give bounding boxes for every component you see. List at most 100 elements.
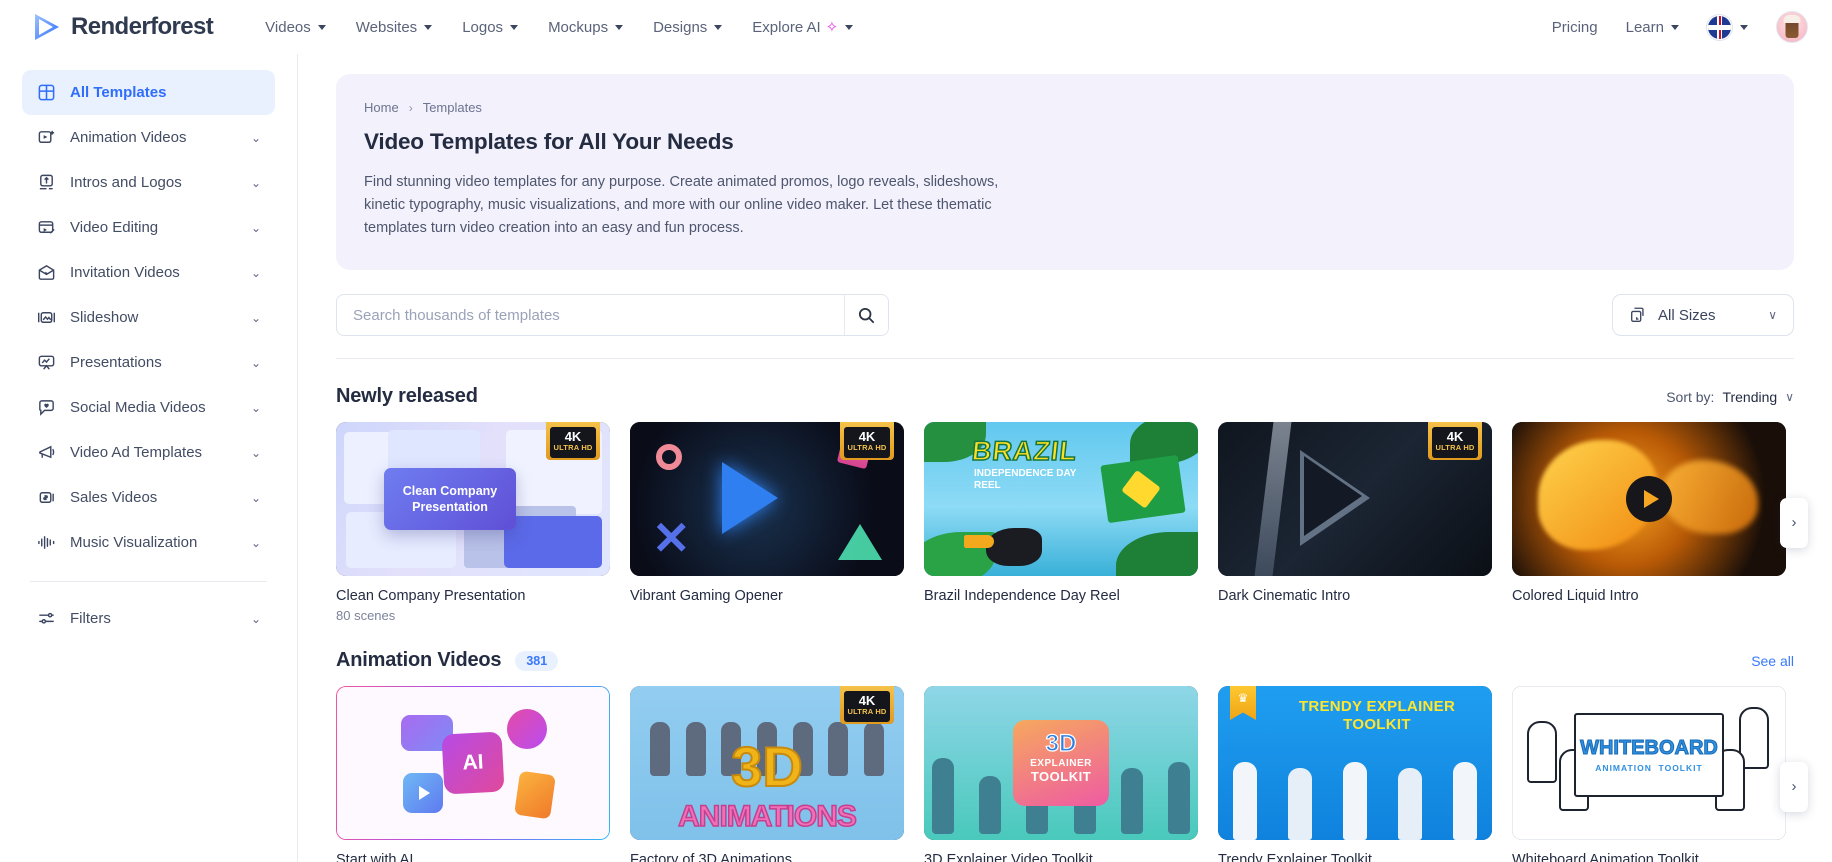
nav-label: Websites [355,18,418,36]
thumbnail-headline: WHITEBOARD ANIMATION TOOLKIT [1574,713,1724,797]
template-card[interactable]: ✕ 4K ULTRA HD Vibrant Gaming Opener [630,422,904,623]
avatar[interactable] [1776,11,1808,43]
badge-4k: 4K ULTRA HD [1428,422,1482,460]
nav-label: Designs [653,18,708,36]
template-thumbnail[interactable]: Clean Company Presentation 4K ULTRA HD [336,422,610,576]
sparkle-icon: ✧ [825,18,839,36]
sizes-dropdown[interactable]: All Sizes ∨ [1612,294,1794,336]
template-title: Dark Cinematic Intro [1218,588,1351,604]
nav-label: Logos [462,18,504,36]
sidebar-item-video-ad-templates[interactable]: Video Ad Templates ⌄ [22,430,275,475]
template-card[interactable]: 3D EXPLAINER TOOLKIT 3D Explainer Video To… [924,686,1198,862]
chevron-down-icon: ⌄ [250,490,261,505]
chevron-down-icon [615,24,624,30]
sidebar-item-label: Sales Videos [70,489,158,506]
template-title: Trendy Explainer Toolkit [1218,852,1372,862]
template-thumbnail[interactable]: WHITEBOARD ANIMATION TOOLKIT [1512,686,1786,840]
template-title: Start with AI [336,852,414,862]
template-card[interactable]: WHITEBOARD ANIMATION TOOLKIT Whiteboard … [1512,686,1786,862]
thumbnail-headline: ANIMATIONS [677,799,857,834]
template-title: Colored Liquid Intro [1512,588,1639,604]
thumbnail-artwork: BRAZIL INDEPENDENCE DAY REEL [924,422,1198,576]
template-card[interactable]: TRENDY EXPLAINER TOOLKIT ♛ Trendy Explain… [1218,686,1492,862]
carousel-next-button[interactable]: › [1780,497,1808,548]
section-title: Animation Videos [336,649,502,671]
chevron-down-icon [714,24,723,30]
nav-right-group: Pricing Learn [1552,11,1808,43]
template-title: Vibrant Gaming Opener [630,588,783,604]
thumbnail-artwork: 3D EXPLAINER TOOLKIT [924,686,1198,840]
sidebar-item-label: Invitation Videos [70,264,180,281]
sidebar-item-label: Slideshow [70,309,139,326]
sidebar-item-intros-and-logos[interactable]: Intros and Logos ⌄ [22,160,275,205]
sidebar-item-animation-videos[interactable]: Animation Videos ⌄ [22,115,275,160]
section-newly-released: Newly released Sort by: Trending ∨ Clean… [298,385,1832,623]
nav-item-mockups[interactable]: Mockups [548,19,624,36]
template-thumbnail[interactable]: ✕ 4K ULTRA HD [630,422,904,576]
main-menu: Videos Websites Logos Mockups Designs Ex… [265,18,854,36]
badge-ultrahd-label: ULTRA HD [553,443,593,452]
chevron-down-icon: ⌄ [250,611,261,626]
logo-reveal-icon [36,172,57,193]
sidebar-item-social-media-videos[interactable]: Social Media Videos ⌄ [22,385,275,430]
sidebar-item-label: Filters [70,610,111,627]
template-card-start-with-ai[interactable]: AI Start with AI [336,686,610,862]
sidebar-item-slideshow[interactable]: Slideshow ⌄ [22,295,275,340]
nav-item-designs[interactable]: Designs [653,18,723,36]
search-input[interactable] [337,295,844,335]
nav-item-pricing[interactable]: Pricing [1552,19,1598,36]
sidebar-item-presentations[interactable]: Presentations ⌄ [22,340,275,385]
sidebar-item-invitation-videos[interactable]: Invitation Videos ⌄ [22,250,275,295]
envelope-play-icon [36,262,57,283]
sidebar-item-sales-videos[interactable]: Sales Videos ⌄ [22,475,275,520]
template-card[interactable]: BRAZIL INDEPENDENCE DAY REEL Brazil Indep… [924,422,1198,623]
nav-item-explore-ai[interactable]: Explore AI ✧ [752,18,854,36]
thumbnail-headline: 3D EXPLAINER TOOLKIT [1013,720,1109,806]
template-row: AI Start with AI 3D ANIMATIONS 4K ULTRA … [336,686,1808,862]
chevron-down-icon [1740,24,1748,30]
slideshow-icon [36,307,57,328]
sidebar-item-filters[interactable]: Filters ⌄ [22,596,275,641]
nav-item-websites[interactable]: Websites [355,18,433,36]
search-button[interactable] [844,295,888,335]
sidebar-item-video-editing[interactable]: Video Editing ⌄ [22,205,275,250]
sort-dropdown[interactable]: Sort by: Trending ∨ [1666,389,1794,405]
carousel-next-button[interactable]: › [1780,761,1808,812]
template-card[interactable]: 4K ULTRA HD Dark Cinematic Intro [1218,422,1492,623]
template-thumbnail[interactable]: TRENDY EXPLAINER TOOLKIT ♛ [1218,686,1492,840]
template-card[interactable]: 3D ANIMATIONS 4K ULTRA HD Factory of 3D … [630,686,904,862]
nav-item-logos[interactable]: Logos [462,18,519,36]
badge-ultrahd-label: ULTRA HD [847,707,887,716]
badge-4k-label: 4K [858,693,876,708]
renderforest-play-icon [35,14,59,40]
nav-label: Videos [265,18,311,36]
sort-label: Sort by: [1666,388,1715,405]
sidebar-item-all-templates[interactable]: All Templates [22,70,275,115]
presentation-icon [36,352,57,373]
play-icon[interactable] [1626,476,1672,522]
template-thumbnail[interactable]: 4K ULTRA HD [1218,422,1492,576]
thumbnail-subheadline: INDEPENDENCE DAY REEL [974,468,1077,491]
nav-item-learn[interactable]: Learn [1626,19,1679,36]
sidebar-item-label: Video Ad Templates [70,444,203,461]
see-all-link[interactable]: See all [1751,653,1794,669]
template-thumbnail[interactable]: BRAZIL INDEPENDENCE DAY REEL [924,422,1198,576]
template-title: Brazil Independence Day Reel [924,588,1120,604]
template-thumbnail[interactable] [1512,422,1786,576]
chevron-down-icon [1671,24,1679,30]
template-thumbnail[interactable]: 3D EXPLAINER TOOLKIT [924,686,1198,840]
sidebar-item-music-visualization[interactable]: Music Visualization ⌄ [22,520,275,565]
template-thumbnail[interactable]: AI [336,686,610,840]
template-thumbnail[interactable]: 3D ANIMATIONS 4K ULTRA HD [630,686,904,840]
chevron-down-icon: ⌄ [250,175,261,190]
language-selector[interactable] [1707,14,1748,40]
nav-item-videos[interactable]: Videos [265,19,326,36]
template-card[interactable]: Colored Liquid Intro [1512,422,1786,623]
chevron-down-icon [845,24,854,30]
brand-logo[interactable]: Renderforest [32,12,214,42]
thumbnail-artwork: WHITEBOARD ANIMATION TOOLKIT [1512,686,1786,840]
sliders-icon [36,608,57,629]
template-card[interactable]: Clean Company Presentation 4K ULTRA HD C… [336,422,610,623]
template-title: 3D Explainer Video Toolkit [924,852,1093,862]
breadcrumb-home[interactable]: Home [364,100,399,115]
